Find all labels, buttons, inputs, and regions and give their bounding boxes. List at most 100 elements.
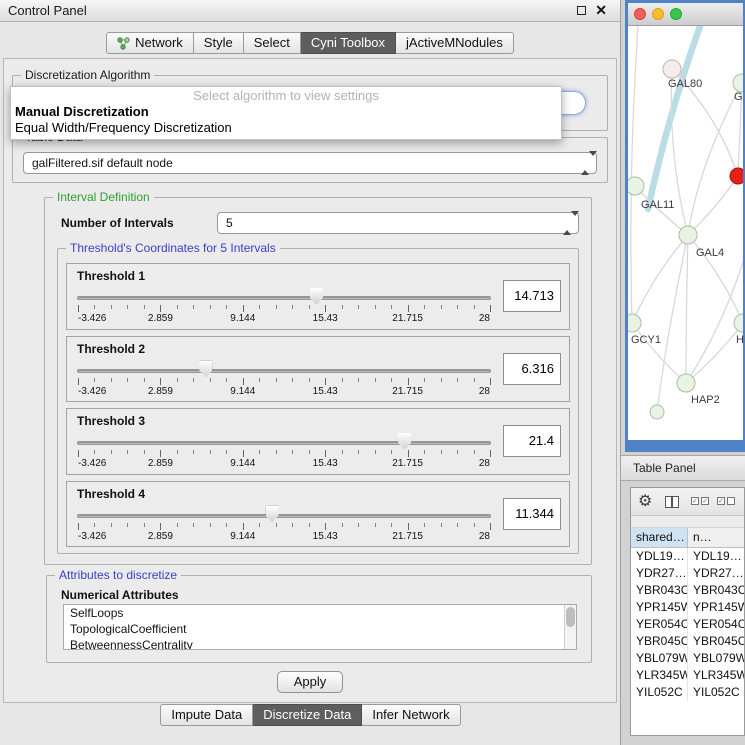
network-node-gal11[interactable] — [628, 177, 644, 195]
network-edge-thick[interactable] — [648, 26, 700, 209]
network-node-ga[interactable] — [733, 74, 743, 92]
name-cell: YLR345W — [688, 667, 744, 684]
table-header-row: shared… n… — [631, 528, 744, 548]
uncheck-all-columns-icon[interactable]: ✓ — [717, 497, 735, 505]
tick — [325, 450, 326, 457]
tab-label: Network — [135, 33, 183, 53]
bottom-tab-infer-network[interactable]: Infer Network — [362, 704, 460, 726]
numerical-attributes-list[interactable]: SelfLoopsTopologicalCoefficientBetweenne… — [63, 604, 577, 650]
network-edge[interactable] — [688, 83, 742, 235]
network-edge[interactable] — [632, 235, 688, 323]
tick — [457, 305, 458, 309]
slider-thumb-icon[interactable] — [266, 506, 279, 523]
list-scrollbar[interactable] — [564, 605, 576, 649]
tick — [342, 450, 343, 454]
network-node-gal80[interactable] — [663, 60, 681, 78]
tab-jactivemnodules[interactable]: jActiveMNodules — [396, 32, 514, 54]
network-node-hap2[interactable] — [677, 374, 695, 392]
tick — [292, 523, 293, 527]
bottom-tab-impute-data[interactable]: Impute Data — [160, 704, 253, 726]
network-node-label: GAL4 — [696, 247, 724, 259]
table-row[interactable]: YBR045CYBR045C — [631, 633, 744, 650]
slider-track[interactable] — [77, 441, 491, 445]
list-scrollbar-thumb[interactable] — [566, 607, 575, 627]
threshold-slider[interactable]: -3.4262.8599.14415.4321.71528 — [77, 359, 491, 401]
tab-style[interactable]: Style — [194, 32, 244, 54]
mac-minimize-icon[interactable] — [652, 8, 664, 20]
column-header-shared-name[interactable]: shared… — [631, 528, 688, 547]
network-edge[interactable] — [631, 26, 638, 323]
threshold-value-field[interactable]: 21.4 — [503, 425, 561, 457]
slider-track[interactable] — [77, 296, 491, 300]
tick — [358, 378, 359, 382]
slider-thumb-icon[interactable] — [398, 433, 411, 450]
network-node-gcy1[interactable] — [628, 314, 641, 332]
numerical-attribute-item[interactable]: SelfLoops — [64, 605, 576, 621]
network-node-red[interactable] — [730, 168, 743, 184]
threshold-value-field[interactable]: 6.316 — [503, 353, 561, 385]
mac-zoom-icon[interactable] — [670, 8, 682, 20]
close-icon[interactable]: ✕ — [595, 2, 607, 19]
column-header-name[interactable]: n… — [688, 528, 744, 547]
tick-label: 21.715 — [392, 458, 423, 469]
table-row[interactable]: YBL079WYBL079W — [631, 650, 744, 667]
tick — [193, 305, 194, 309]
mac-close-icon[interactable] — [634, 8, 646, 20]
apply-button[interactable]: Apply — [277, 671, 343, 693]
table-body: YDL19…YDL19…YDR27…YDR27…YBR043CYBR043CYP… — [631, 548, 744, 701]
name-cell: YDL19… — [688, 548, 744, 565]
network-edge[interactable] — [688, 176, 738, 235]
tick-label: 21.715 — [392, 386, 423, 397]
tick — [391, 378, 392, 382]
control-panel-titlebar[interactable]: Control Panel ✕ — [0, 0, 620, 22]
table-row[interactable]: YIL052CYIL052C — [631, 684, 744, 701]
table-row[interactable]: YLR345WYLR345W — [631, 667, 744, 684]
algorithm-option[interactable]: Equal Width/Frequency Discretization — [11, 120, 561, 136]
table-row[interactable]: YER054CYER054C — [631, 616, 744, 633]
network-node-small[interactable] — [650, 405, 664, 419]
number-of-intervals-select[interactable]: 5 — [217, 212, 579, 234]
tick — [243, 450, 244, 457]
restore-icon[interactable] — [577, 6, 586, 15]
gear-icon[interactable]: ⚙ — [638, 491, 652, 511]
tick — [177, 305, 178, 309]
threshold-value-field[interactable]: 11.344 — [503, 498, 561, 530]
table-row[interactable]: YPR145WYPR145W — [631, 599, 744, 616]
algorithm-option[interactable]: Manual Discretization — [11, 104, 561, 120]
tick — [111, 450, 112, 454]
tab-network[interactable]: Network — [106, 32, 194, 54]
table-row[interactable]: YDR27…YDR27… — [631, 565, 744, 582]
table-data-select[interactable]: galFiltered.sif default node — [23, 152, 597, 174]
table-row[interactable]: YBR043CYBR043C — [631, 582, 744, 599]
table-row[interactable]: YDL19…YDL19… — [631, 548, 744, 565]
columns-icon[interactable] — [665, 496, 679, 508]
bottom-tab-discretize-data[interactable]: Discretize Data — [253, 704, 362, 726]
slider-thumb-icon[interactable] — [310, 288, 323, 305]
numerical-attribute-item[interactable]: TopologicalCoefficient — [64, 621, 576, 637]
check-all-columns-icon[interactable]: ✓✓ — [691, 497, 709, 505]
threshold-slider[interactable]: -3.4262.8599.14415.4321.71528 — [77, 286, 491, 328]
network-node-gal4[interactable] — [679, 226, 697, 244]
tab-cyni-toolbox[interactable]: Cyni Toolbox — [301, 32, 396, 54]
tab-label: Select — [254, 33, 290, 53]
threshold-label: Threshold 4 — [77, 487, 145, 501]
threshold-value-field[interactable]: 14.713 — [503, 280, 561, 312]
network-edge[interactable] — [686, 235, 688, 383]
shared-name-cell: YLR345W — [631, 667, 688, 684]
network-edge[interactable] — [632, 323, 686, 383]
threshold-slider[interactable]: -3.4262.8599.14415.4321.71528 — [77, 504, 491, 546]
slider-track[interactable] — [77, 369, 491, 373]
network-node-h[interactable] — [734, 314, 743, 332]
tab-select[interactable]: Select — [244, 32, 301, 54]
slider-track[interactable] — [77, 514, 491, 518]
tick — [259, 523, 260, 527]
numerical-attribute-item[interactable]: BetweennessCentrality — [64, 637, 576, 650]
network-canvas[interactable]: GAL80GAGAL11GAL4GCY1HHAP2 — [628, 26, 743, 440]
interval-definition-title: Interval Definition — [53, 190, 154, 204]
slider-thumb-icon[interactable] — [199, 361, 212, 378]
network-window-titlebar[interactable] — [628, 3, 743, 26]
tick — [441, 305, 442, 309]
name-cell: YPR145W — [688, 599, 744, 616]
tick — [391, 450, 392, 454]
threshold-slider[interactable]: -3.4262.8599.14415.4321.71528 — [77, 431, 491, 473]
